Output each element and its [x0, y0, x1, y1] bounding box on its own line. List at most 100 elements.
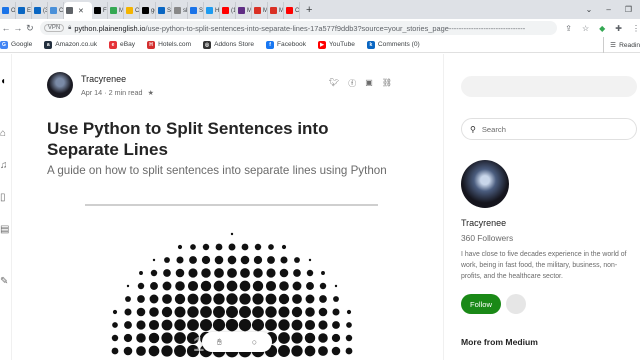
bookmark-item[interactable]: f Facebook	[266, 40, 306, 49]
browser-tab[interactable]: Cal	[124, 2, 140, 19]
sphere-dot	[214, 255, 224, 265]
star-icon[interactable]: ☆	[582, 24, 589, 33]
forward-icon[interactable]: →	[12, 23, 24, 33]
sphere-dot	[267, 256, 275, 264]
browser-tab[interactable]: Em	[16, 2, 32, 19]
sphere-dot	[149, 294, 159, 304]
share-icon[interactable]: ⇪	[565, 24, 572, 33]
bookmark-item[interactable]: ▶ YouTube	[318, 40, 355, 49]
browser-tab[interactable]: Sim	[156, 2, 172, 19]
sphere-dot	[177, 244, 183, 250]
profile-name[interactable]: Tracyrenee	[461, 218, 506, 228]
browser-tab[interactable]: (3)	[32, 2, 48, 19]
sphere-dot	[139, 271, 143, 275]
menu-icon[interactable]: ⋮	[632, 24, 640, 33]
vpn-badge[interactable]: VPN	[43, 24, 65, 32]
sphere-dot	[239, 293, 251, 305]
comment-icon[interactable]: ○	[252, 337, 257, 347]
address-bar[interactable]: VPN 🔒︎ python.plainenglish.io/use-python…	[39, 21, 558, 35]
get-unlimited-button[interactable]	[461, 76, 637, 97]
browser-tab[interactable]: go	[140, 2, 156, 19]
sphere-dot	[332, 308, 340, 316]
bookmark-item[interactable]: ◎ Addons Store	[203, 40, 255, 49]
browser-tab[interactable]: Me	[236, 2, 252, 19]
profile-avatar[interactable]	[461, 160, 509, 208]
browser-tab[interactable]: My	[108, 2, 124, 19]
back-icon[interactable]: ←	[0, 23, 12, 33]
search-input[interactable]: ⚲ Search	[461, 118, 637, 140]
sphere-dot	[318, 346, 328, 356]
write-icon[interactable]: ✎	[0, 276, 8, 287]
bookmark-item[interactable]: e eBay	[109, 40, 135, 49]
linkedin-icon[interactable]: ▣	[365, 78, 373, 89]
bookmark-favicon-icon: ◎	[203, 40, 212, 49]
follower-count[interactable]: 360 Followers	[461, 233, 513, 243]
stories-icon[interactable]: ▤	[0, 224, 9, 235]
tab-favicon-icon	[174, 7, 181, 14]
browser-tab[interactable]: skl	[172, 2, 188, 19]
sphere-dot	[291, 332, 303, 344]
bookmark-favicon-icon: ▶	[318, 40, 326, 49]
browser-tab[interactable]: Me	[268, 2, 284, 19]
facebook-icon[interactable]: ⓕ	[348, 78, 356, 89]
tab-favicon-icon	[18, 7, 25, 14]
sphere-dot	[148, 332, 160, 344]
twitter-icon[interactable]: 🐦︎	[329, 78, 339, 89]
sphere-dot	[187, 319, 199, 331]
restore-icon[interactable]: ❐	[625, 5, 632, 14]
browser-tab[interactable]: Ch	[284, 2, 300, 19]
sphere-dot	[112, 322, 118, 328]
follow-button[interactable]: Follow	[461, 294, 501, 314]
sphere-dot	[251, 318, 265, 332]
extension-icon[interactable]: ◆	[599, 24, 605, 33]
sphere-dot	[136, 333, 146, 343]
bookmark-label: Addons Store	[214, 41, 255, 48]
sphere-dot	[265, 319, 277, 331]
browser-tab[interactable]: (1)	[220, 2, 236, 19]
tab-search-icon[interactable]: ⌄	[586, 5, 593, 14]
sphere-dot	[228, 243, 236, 251]
close-tab-icon[interactable]: ✕	[78, 7, 84, 15]
browser-tab[interactable]: Me	[252, 2, 268, 19]
lists-icon[interactable]: ▯	[0, 192, 6, 203]
sphere-dot	[230, 232, 234, 236]
bookmark-favicon-icon: f	[266, 40, 275, 49]
bookmark-favicon-icon: H	[147, 40, 156, 49]
bookmark-label: Hotels.com	[158, 41, 192, 48]
browser-tab[interactable]: Fre	[92, 2, 108, 19]
notifications-icon[interactable]: ♫	[0, 160, 8, 171]
home-icon[interactable]: ⌂	[0, 128, 6, 139]
lock-icon[interactable]: 🔒︎	[68, 25, 71, 32]
sphere-dot	[225, 318, 239, 332]
puzzle-icon[interactable]: ✚	[615, 24, 622, 33]
medium-logo-icon[interactable]: ◖	[0, 76, 6, 87]
sphere-dot	[291, 319, 303, 331]
bookmark-item[interactable]: H Hotels.com	[147, 40, 192, 49]
browser-tab[interactable]: Ho	[204, 2, 220, 19]
browser-tab[interactable]: On	[0, 2, 16, 19]
sphere-dot	[149, 307, 159, 317]
url-path: /use-python-to-split-sentences-into-sepa…	[145, 23, 526, 33]
subscribe-button[interactable]	[506, 294, 526, 314]
sphere-dot	[163, 269, 171, 277]
tab-favicon-icon	[222, 7, 229, 14]
browser-tab[interactable]: Sto	[188, 2, 204, 19]
reload-icon[interactable]: ↻	[24, 23, 36, 34]
author-name[interactable]: Tracyrenee	[81, 74, 126, 84]
sphere-dot	[319, 282, 327, 290]
sphere-dot	[148, 319, 160, 331]
browser-tab[interactable]: Civ	[48, 2, 64, 19]
bookmark-item[interactable]: G Google	[0, 40, 32, 49]
sphere-dot	[292, 281, 302, 291]
minimize-icon[interactable]: –	[606, 5, 610, 14]
author-avatar[interactable]	[47, 72, 73, 98]
bookmark-label: Facebook	[277, 41, 306, 48]
bookmark-item[interactable]: a Amazon.co.uk	[44, 40, 97, 49]
reading-list[interactable]: ☰ Readin	[603, 37, 640, 53]
new-tab-button[interactable]: +	[300, 2, 318, 19]
bookmark-item[interactable]: k Comments (0)	[366, 40, 420, 49]
clap-icon[interactable]: ✋︎	[217, 337, 222, 348]
browser-tab[interactable]: ✕	[64, 2, 92, 19]
sphere-dot	[240, 255, 250, 265]
link-icon[interactable]: ⛓︎	[382, 78, 392, 89]
